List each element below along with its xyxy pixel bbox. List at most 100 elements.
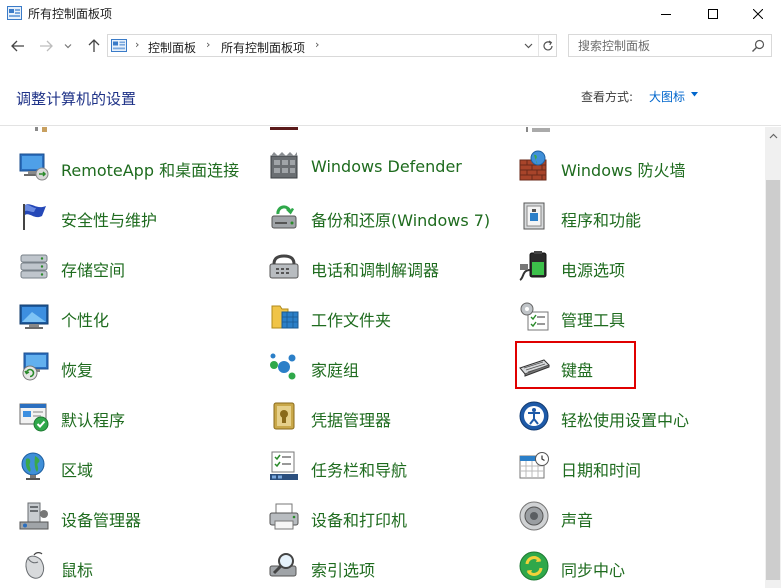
item-power-options[interactable]: 电源选项 — [518, 247, 758, 285]
item-programs-features[interactable]: 程序和功能 — [518, 197, 758, 235]
item-windows-defender[interactable]: Windows Defender — [268, 147, 508, 185]
recent-locations-button[interactable] — [61, 36, 75, 56]
chevron-down-icon — [64, 44, 72, 49]
close-button[interactable] — [735, 0, 781, 28]
chevron-up-icon — [769, 133, 777, 138]
close-icon — [753, 9, 763, 19]
item-label: 电话和调制解调器 — [311, 261, 440, 280]
maximize-button[interactable] — [690, 0, 736, 28]
address-history-button[interactable] — [520, 37, 536, 54]
forward-button[interactable] — [36, 36, 56, 56]
sync-icon — [519, 551, 549, 581]
item-sound[interactable]: 声音 — [518, 497, 758, 535]
page-title: 调整计算机的设置 — [16, 90, 137, 108]
item-taskbar-navigation[interactable]: 任务栏和导航 — [268, 447, 508, 485]
minimize-button[interactable] — [643, 0, 689, 28]
item-label: 恢复 — [61, 361, 94, 380]
control-panel-icon — [111, 39, 127, 52]
item-sync-center[interactable]: 同步中心 — [518, 547, 758, 585]
control-panel-items: RemoteApp 和桌面连接 安全性与维护 存储空间 个性化 恢复 默认程序 … — [0, 127, 765, 588]
admin-tools-icon — [520, 302, 549, 331]
caret-down-icon[interactable] — [691, 92, 698, 97]
item-label: RemoteApp 和桌面连接 — [61, 161, 240, 180]
item-label: 设备管理器 — [61, 511, 142, 530]
storage-icon — [20, 254, 48, 279]
item-backup-restore[interactable]: 备份和还原(Windows 7) — [268, 197, 508, 235]
item-ease-of-access[interactable]: 轻松使用设置中心 — [518, 397, 758, 435]
item-label: 同步中心 — [561, 561, 626, 580]
content-header: 调整计算机的设置 查看方式: 大图标 — [0, 66, 781, 126]
partial-icon — [526, 127, 550, 132]
breadcrumb-separator[interactable]: › — [135, 38, 139, 51]
title-bar: 所有控制面板项 — [0, 0, 781, 28]
homegroup-icon — [270, 353, 296, 380]
minimize-icon — [661, 14, 671, 15]
item-phone-modem[interactable]: 电话和调制解调器 — [268, 247, 508, 285]
search-icon[interactable] — [751, 39, 765, 53]
partial-icon — [35, 127, 47, 132]
navigation-bar: › 控制面板 › 所有控制面板项 › — [0, 28, 781, 66]
arrow-left-icon — [11, 40, 24, 52]
breadcrumb-control-panel[interactable]: 控制面板 — [148, 39, 196, 56]
item-label: 鼠标 — [61, 561, 94, 580]
item-remoteapp[interactable]: RemoteApp 和桌面连接 — [18, 147, 258, 185]
item-devices-printers[interactable]: 设备和打印机 — [268, 497, 508, 535]
personalization-icon — [19, 304, 49, 329]
scroll-up-button[interactable] — [765, 127, 781, 144]
programs-icon — [523, 202, 545, 230]
view-by-label: 查看方式: — [581, 90, 634, 104]
item-storage-spaces[interactable]: 存储空间 — [18, 247, 258, 285]
breadcrumb-separator[interactable]: › — [206, 38, 210, 51]
flag-icon — [23, 204, 46, 230]
keyboard-highlight-box — [515, 341, 636, 389]
item-label: 家庭组 — [311, 361, 360, 380]
item-label: 轻松使用设置中心 — [561, 411, 690, 430]
default-programs-icon — [19, 403, 49, 432]
breadcrumb-all-items[interactable]: 所有控制面板项 — [221, 39, 305, 56]
item-label: 凭据管理器 — [311, 411, 392, 430]
speaker-icon — [519, 501, 549, 531]
window-title: 所有控制面板项 — [28, 7, 113, 21]
item-region[interactable]: 区域 — [18, 447, 258, 485]
maximize-icon — [708, 9, 718, 19]
item-admin-tools[interactable]: 管理工具 — [518, 297, 758, 335]
item-homegroup[interactable]: 家庭组 — [268, 347, 508, 385]
item-device-manager[interactable]: 设备管理器 — [18, 497, 258, 535]
backup-icon — [271, 205, 297, 229]
calendar-icon — [519, 452, 549, 479]
item-label: 声音 — [561, 511, 594, 530]
arrow-right-icon — [40, 40, 53, 52]
item-default-programs[interactable]: 默认程序 — [18, 397, 258, 435]
recovery-icon — [22, 352, 49, 381]
item-personalization[interactable]: 个性化 — [18, 297, 258, 335]
view-by-dropdown[interactable]: 大图标 — [649, 88, 685, 105]
item-security-maintenance[interactable]: 安全性与维护 — [18, 197, 258, 235]
item-windows-firewall[interactable]: Windows 防火墙 — [518, 147, 758, 185]
item-label: 默认程序 — [61, 411, 126, 430]
item-label: 工作文件夹 — [311, 311, 392, 330]
credential-icon — [273, 402, 295, 430]
item-label: 电源选项 — [561, 261, 626, 280]
partial-icon — [270, 127, 298, 130]
search-input[interactable] — [569, 35, 749, 56]
item-date-time[interactable]: 日期和时间 — [518, 447, 758, 485]
item-label: 管理工具 — [561, 311, 626, 330]
up-button[interactable] — [84, 36, 104, 56]
breadcrumb-separator[interactable]: › — [315, 38, 319, 51]
item-label: Windows 防火墙 — [561, 161, 686, 180]
power-icon — [519, 251, 547, 281]
item-recovery[interactable]: 恢复 — [18, 347, 258, 385]
item-mouse[interactable]: 鼠标 — [18, 547, 258, 585]
phone-modem-icon — [269, 254, 299, 279]
search-box — [568, 34, 772, 57]
vertical-scrollbar[interactable] — [765, 127, 781, 588]
address-bar[interactable]: › 控制面板 › 所有控制面板项 › — [107, 34, 557, 57]
item-indexing-options[interactable]: 索引选项 — [268, 547, 508, 585]
printer-icon — [269, 503, 299, 530]
item-credential-manager[interactable]: 凭据管理器 — [268, 397, 508, 435]
refresh-button[interactable] — [538, 35, 557, 56]
item-work-folders[interactable]: 工作文件夹 — [268, 297, 508, 335]
back-button[interactable] — [8, 36, 28, 56]
ease-of-access-icon — [519, 401, 549, 431]
scroll-thumb[interactable] — [766, 180, 780, 580]
